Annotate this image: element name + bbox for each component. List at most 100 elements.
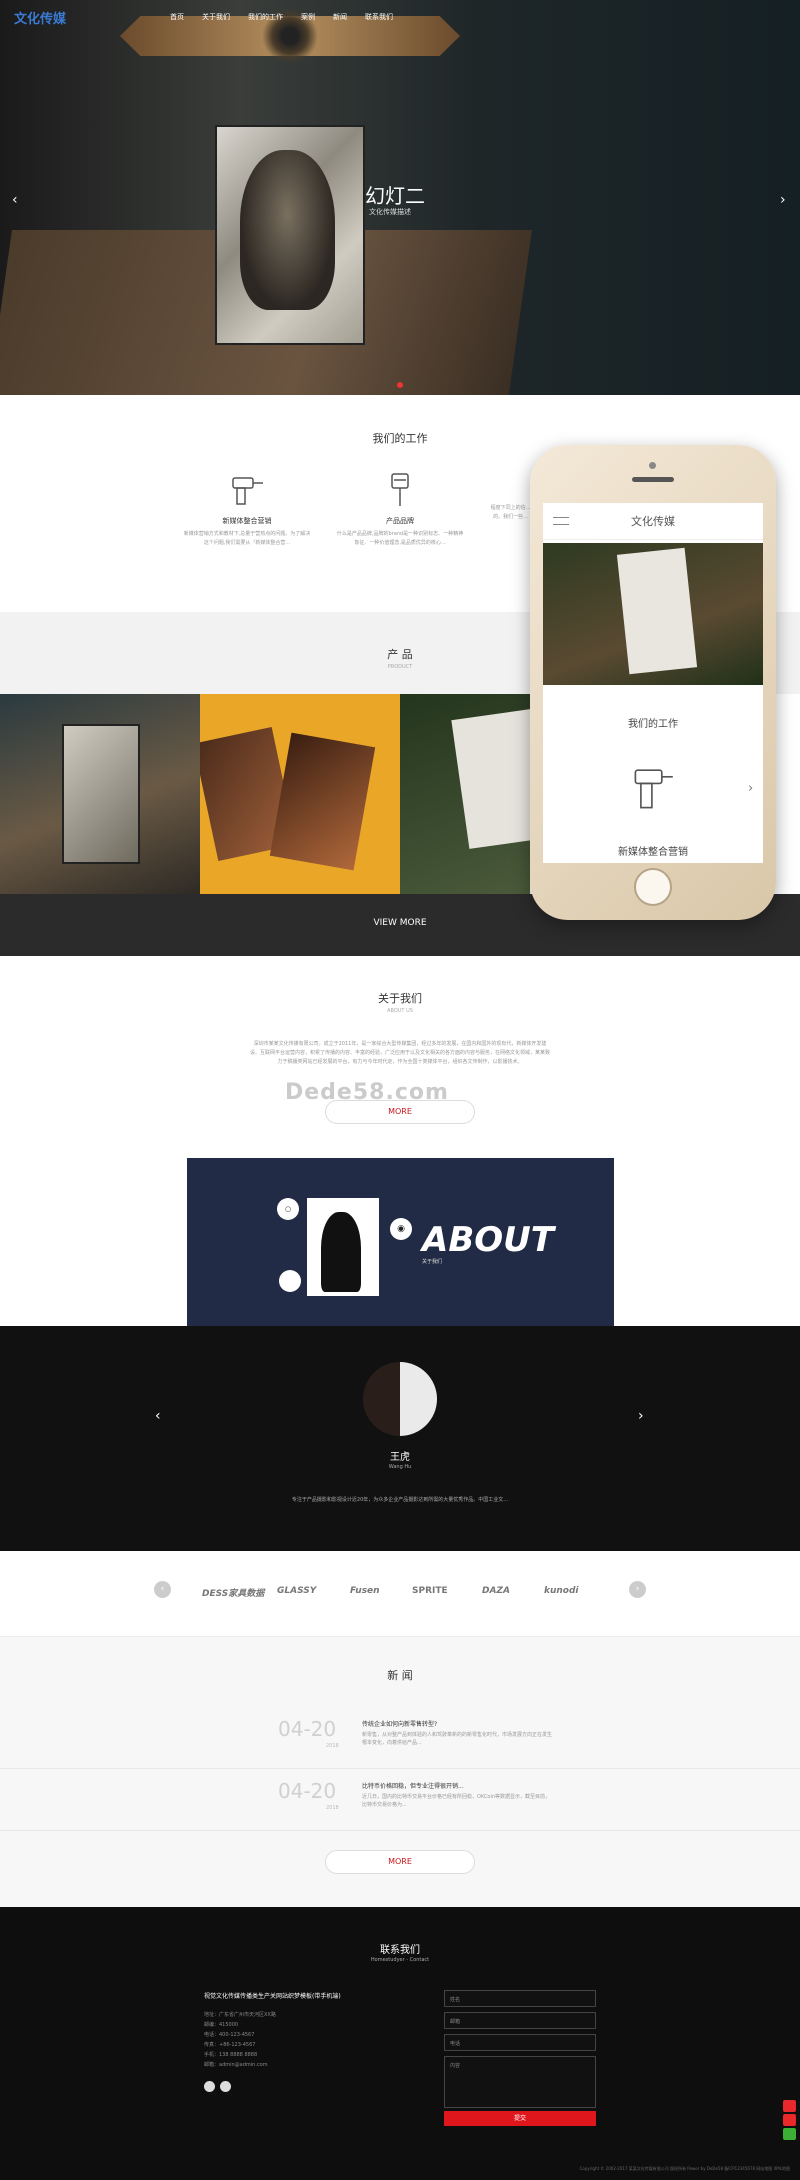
phone-item-title: 新媒体整合营销 [618, 847, 688, 858]
qq-icon[interactable] [204, 2081, 215, 2092]
work-item-desc: 什么是产品品牌,品牌的brand是一种识别标志、一种精神象征、一种价值理念,是品… [336, 531, 464, 546]
eye-icon: ◉ [390, 1218, 412, 1240]
wechat-float-icon[interactable] [783, 2128, 796, 2140]
about-banner: ○ ◉ ABOUT 关于我们 [187, 1158, 614, 1326]
news-item-title[interactable]: 比特币价格回稳，但专业注得很开销... [362, 1781, 464, 1790]
work-item-title: 产品品牌 [386, 517, 414, 525]
news-more-button[interactable]: MORE [325, 1850, 475, 1874]
product-image-2[interactable] [200, 694, 400, 894]
hero-slider: 文化传媒 首页 关于我们 我们的工作 案例 新闻 联系我们 ‹ › 幻灯二 文化… [0, 0, 800, 395]
team-section: ‹ › 王虎 Wang Hu 专注于产品摄影和影视设计近20年，为众多企业产品摄… [0, 1326, 800, 1551]
partner-logo[interactable]: DAZA [482, 1586, 510, 1596]
product-book-shape [269, 732, 376, 871]
work-item-title: 新媒体整合营销 [222, 517, 272, 525]
about-text: 深圳市某某文化传媒有限公司，成立于2011年，是一家综合大型传媒集团，经过多年的… [250, 1041, 551, 1065]
chevron-right-icon[interactable]: › [638, 1408, 644, 1424]
phone-float-icon[interactable] [783, 2114, 796, 2126]
nav-item-cases[interactable]: 案例 [301, 12, 315, 22]
slide-indicator[interactable] [397, 382, 403, 388]
brain-icon [279, 1270, 301, 1292]
product-image-1[interactable] [0, 694, 200, 894]
team-member-role: Wang Hu [388, 1464, 412, 1470]
phone-title: 文化传媒 [631, 515, 675, 528]
about-banner-title: ABOUT [422, 1220, 554, 1260]
team-member-desc: 专注于产品摄影和影视设计近20年，为众多企业产品摄影达到所需的大量优秀作品。中国… [291, 1497, 509, 1503]
nav-item-home[interactable]: 首页 [170, 12, 184, 22]
chevron-right-icon[interactable]: › [780, 192, 786, 208]
news-item-title[interactable]: 传统企业如何向新零售转型? [362, 1719, 437, 1728]
team-member-name: 王虎 [390, 1452, 410, 1463]
contact-subtitle: Homestudyer - Contact [370, 1957, 430, 1963]
hammer-drill-icon [391, 473, 409, 506]
product-image-3[interactable] [400, 694, 530, 894]
work-item-partial[interactable]: 程度下同上的信...的。我们一些... [488, 500, 533, 522]
partner-logo[interactable]: DESS家具数据 [202, 1586, 264, 1599]
chevron-left-icon[interactable]: ‹ [154, 1581, 171, 1598]
avatar [363, 1362, 437, 1436]
news-section: 新 闻 04-20 2018 传统企业如何向新零售转型? 新零售，从对整产品到体… [0, 1637, 800, 1907]
news-item[interactable]: 04-20 2018 传统企业如何向新零售转型? 新零售，从对整产品到体验的人和… [0, 1707, 800, 1769]
product-book-shape [451, 709, 530, 849]
drill-icon [232, 477, 263, 505]
phone-book-shape [616, 547, 698, 675]
partner-logo[interactable]: Fusen [350, 1586, 380, 1596]
phone-banner-image [543, 543, 763, 685]
news-title: 新 闻 [387, 1669, 413, 1682]
news-year: 2018 [326, 1805, 339, 1811]
phone-mockup: 文化传媒 我们的工作 › 新媒体整合营销 [530, 445, 776, 920]
phone-field[interactable]: 电话 [444, 2034, 596, 2051]
logo[interactable]: 文化传媒 [14, 8, 66, 27]
about-more-button[interactable]: MORE [325, 1100, 475, 1124]
chevron-left-icon[interactable]: ‹ [12, 192, 18, 208]
contact-fax: 传真：+86-123-4567 [204, 2042, 256, 2048]
partner-logo[interactable]: GLASSY [277, 1586, 316, 1596]
company-name: 视觉文化传媒传播类生产关网站织梦模板(带手机端) [204, 1993, 341, 2000]
nav-item-about[interactable]: 关于我们 [202, 12, 230, 22]
chevron-left-icon[interactable]: ‹ [155, 1408, 161, 1424]
news-item[interactable]: 04-20 2018 比特币价格回稳，但专业注得很开销... 近几日，国内的比特… [0, 1769, 800, 1831]
nav-item-work[interactable]: 我们的工作 [248, 12, 283, 22]
hero-portrait-image [240, 150, 335, 310]
phone-speaker [632, 477, 674, 482]
work-item-marketing[interactable]: 新媒体整合营销 新媒体营销方式和教材下,总量于营热点的问题。为了解决这个问题,我… [182, 470, 312, 548]
partner-logo[interactable]: kunodi [544, 1586, 579, 1596]
news-item-desc: 近几日，国内的比特币交易平台价格已经有所回稳，OKCoin等数据显示，截至目前，… [362, 1794, 551, 1808]
drill-icon [634, 769, 673, 809]
contact-address: 地址：广东省广州市天河区XX路 [204, 2012, 276, 2018]
work-item-desc: 新媒体营销方式和教材下,总量于营热点的问题。为了解决这个问题,我们需要从『新媒体… [183, 531, 311, 546]
about-title: 关于我们 [378, 992, 422, 1005]
qq-float-icon[interactable] [783, 2100, 796, 2112]
product-book-shape [62, 724, 140, 864]
name-field[interactable]: 姓名 [444, 1990, 596, 2007]
work-item-brand[interactable]: 产品品牌 什么是产品品牌,品牌的brand是一种识别标志、一种精神象征、一种价值… [335, 470, 465, 548]
about-banner-subtitle: 关于我们 [422, 1259, 443, 1265]
work-title: 我们的工作 [372, 432, 428, 445]
nav-item-news[interactable]: 新闻 [333, 12, 347, 22]
main-nav: 首页 关于我们 我们的工作 案例 新闻 联系我们 [170, 12, 393, 22]
lightbulb-icon: ○ [277, 1198, 299, 1220]
page: 文化传媒 首页 关于我们 我们的工作 案例 新闻 联系我们 ‹ › 幻灯二 文化… [0, 0, 800, 2180]
chevron-right-icon[interactable]: › [748, 781, 753, 796]
chevron-right-icon[interactable]: › [629, 1581, 646, 1598]
contact-email: 邮箱：admin@admin.com [204, 2062, 268, 2068]
phone-screen: 文化传媒 我们的工作 › 新媒体整合营销 [543, 503, 763, 863]
news-date: 04-20 [278, 1779, 337, 1803]
slide-subtitle: 文化传媒描述 [369, 208, 411, 216]
phone-home-button [634, 868, 672, 906]
email-field[interactable]: 邮箱 [444, 2012, 596, 2029]
about-silhouette [321, 1212, 361, 1292]
wechat-icon[interactable] [220, 2081, 231, 2092]
news-year: 2018 [326, 1743, 339, 1749]
contact-title: 联系我们 [380, 1945, 420, 1956]
news-item-desc: 新零售，从对整产品到体验的人和驾驶革新的的新零售化时代，市场发展方向正在发生根本… [362, 1732, 553, 1746]
contact-phone: 电话：400-123-4567 [204, 2032, 255, 2038]
partners-section [0, 1551, 800, 1637]
slide-title: 幻灯二 [365, 184, 425, 208]
message-field[interactable]: 内容 [444, 2056, 596, 2108]
phone-camera [649, 462, 656, 469]
partner-logo[interactable]: SPRITE [412, 1586, 448, 1596]
nav-item-contact[interactable]: 联系我们 [365, 12, 393, 22]
submit-button[interactable]: 提交 [444, 2111, 596, 2126]
copyright: Copyright © 2002-2017 某某文化传媒有限公司 版权所有 Po… [579, 2166, 790, 2171]
phone-section-title: 我们的工作 [628, 719, 678, 730]
